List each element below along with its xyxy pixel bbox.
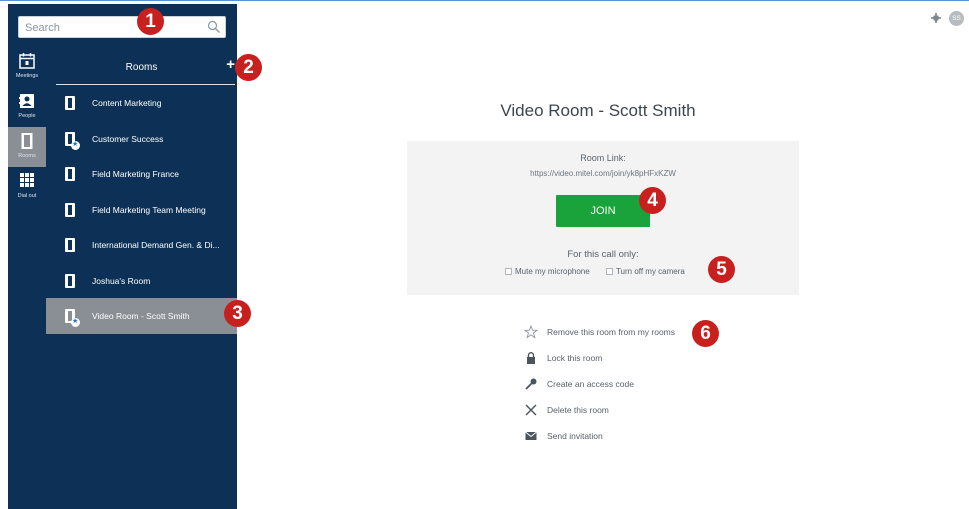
- contact-card-icon: [19, 94, 34, 108]
- callout-marker: 5: [708, 256, 735, 283]
- action-label: Delete this room: [547, 405, 609, 415]
- action-label: Lock this room: [547, 353, 603, 363]
- callout-marker: 6: [692, 320, 719, 347]
- room-list-item-selected[interactable]: Video Room - Scott Smith: [46, 298, 237, 334]
- room-list-item[interactable]: Content Marketing: [46, 85, 237, 121]
- star-icon: [524, 325, 538, 339]
- nav-item-people[interactable]: People: [8, 87, 46, 127]
- door-icon: [65, 96, 75, 110]
- search-input[interactable]: [25, 20, 205, 35]
- action-label: Send invitation: [547, 431, 603, 441]
- door-icon: [65, 238, 75, 252]
- room-label: Field Marketing Team Meeting: [92, 204, 206, 215]
- envelope-icon: [525, 431, 537, 440]
- action-label: Create an access code: [547, 379, 634, 389]
- join-button[interactable]: JOIN: [556, 195, 650, 227]
- callout-marker: 4: [639, 187, 666, 214]
- room-label: Field Marketing France: [92, 169, 179, 179]
- lock-icon: [527, 352, 535, 364]
- close-icon: [525, 404, 537, 416]
- room-label: Customer Success: [92, 133, 164, 144]
- door-icon: [65, 202, 75, 217]
- room-list-item[interactable]: Field Marketing France: [46, 156, 237, 192]
- callout-marker: 2: [235, 54, 262, 81]
- key-icon: [525, 378, 537, 390]
- room-list: Content Marketing Customer Success Field…: [46, 85, 237, 334]
- avatar[interactable]: SS: [949, 11, 964, 26]
- star-badge-icon: [71, 140, 80, 150]
- room-card: Room Link: https://video.mitel.com/join/…: [407, 141, 799, 295]
- calendar-icon: [19, 53, 35, 69]
- room-link-url[interactable]: https://video.mitel.com/join/yk8pHFxKZW: [407, 169, 799, 178]
- rooms-title: Rooms: [125, 62, 158, 73]
- nav-label: Rooms: [18, 153, 36, 159]
- sidebar: Meetings People Rooms: [8, 4, 237, 509]
- nav-column: Meetings People Rooms Dial out: [8, 47, 46, 207]
- room-list-item[interactable]: Customer Success: [46, 121, 237, 157]
- mute-microphone-checkbox[interactable]: [505, 268, 512, 275]
- rooms-header: Rooms +: [46, 47, 237, 85]
- star-badge-icon: [71, 317, 80, 327]
- nav-label: Meetings: [15, 73, 39, 79]
- room-list-item[interactable]: Field Marketing Team Meeting: [46, 192, 237, 228]
- search-box[interactable]: [18, 16, 226, 38]
- action-label: Remove this room from my rooms: [547, 327, 675, 337]
- mute-microphone-option[interactable]: Mute my microphone: [505, 267, 590, 276]
- call-options: Mute my microphone Turn off my camera: [505, 267, 699, 276]
- callout-marker: 1: [137, 8, 164, 35]
- nav-item-dial-out[interactable]: Dial out: [8, 167, 46, 207]
- nav-item-rooms[interactable]: Rooms: [8, 127, 46, 167]
- search-icon[interactable]: [207, 20, 221, 34]
- room-label: Video Room - Scott Smith: [92, 311, 190, 321]
- door-icon: [21, 133, 33, 149]
- turn-off-camera-checkbox[interactable]: [605, 268, 613, 275]
- room-link-label: Room Link:: [580, 153, 626, 163]
- page-title: Video Room - Scott Smith: [500, 101, 696, 120]
- option-label: Mute my microphone: [515, 267, 590, 276]
- app-window: Meetings People Rooms: [0, 0, 969, 509]
- nav-label: Dial out: [17, 193, 37, 199]
- callout-marker: 3: [224, 300, 251, 327]
- room-label: Content Marketing: [92, 98, 162, 108]
- room-label: International Demand Gen. & Di...: [92, 240, 220, 250]
- option-label: Turn off my camera: [615, 267, 685, 276]
- call-options-label: For this call only:: [567, 249, 639, 260]
- door-icon: [65, 273, 75, 288]
- turn-off-camera-option[interactable]: Turn off my camera: [605, 267, 685, 276]
- gear-icon[interactable]: [931, 13, 941, 23]
- nav-label: People: [18, 113, 36, 119]
- room-label: Joshua's Room: [92, 275, 151, 286]
- dialpad-icon: [20, 173, 34, 187]
- rooms-panel: Rooms + Content Marketing Customer Succe…: [46, 47, 237, 334]
- door-icon: [65, 167, 75, 181]
- nav-item-meetings[interactable]: Meetings: [8, 47, 46, 87]
- add-room-button[interactable]: +: [226, 57, 235, 72]
- room-list-item[interactable]: Joshua's Room: [46, 263, 237, 299]
- room-list-item[interactable]: International Demand Gen. & Di...: [46, 227, 237, 263]
